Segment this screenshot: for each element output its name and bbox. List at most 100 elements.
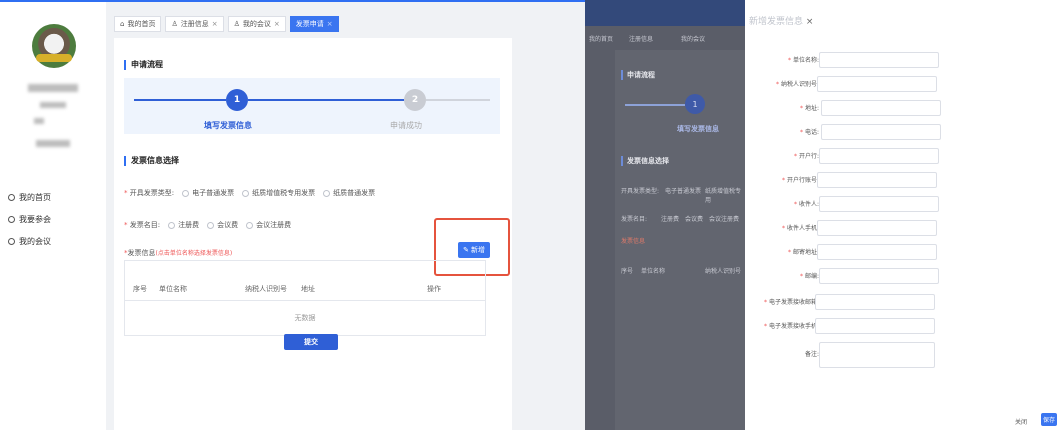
home-icon: ⌂ <box>120 20 125 28</box>
step-1-label: 填写发票信息 <box>204 121 252 130</box>
field-recipient-phone: * 收件人手机: <box>745 220 1057 236</box>
main-card: 申请流程 1 2 填写发票信息 申请成功 发票信息选择 * 开具发票类型: 电子… <box>114 38 512 430</box>
main-window: 我的首页 我要参会 我的会议 ⌂ 我的首页 ♙ 注册信息 × ♙ 我的会议 × 发票申请 ×… <box>0 0 585 430</box>
tab-my-meetings[interactable]: ♙ 我的会议 × <box>227 16 286 32</box>
tab-label: 发票申请 <box>295 20 324 28</box>
col-tax-id: 纳税人识别号 <box>245 284 287 293</box>
dim-tab: 我的会议 <box>681 36 706 43</box>
col-action: 操作 <box>427 284 441 293</box>
submit-button[interactable]: 提交 <box>284 334 338 350</box>
close-icon[interactable]: × <box>327 20 333 28</box>
dim-col: 纳税人识别号 <box>705 268 742 275</box>
sidebar-item-label: 我的首页 <box>19 193 51 202</box>
field-bank-account: * 开户行账号: <box>745 172 1057 188</box>
step-line-pending <box>426 99 490 101</box>
dim-step-1: 1 <box>685 94 705 114</box>
circle-icon <box>8 238 15 245</box>
recipient-phone-input[interactable] <box>817 220 937 236</box>
dim-step-line <box>625 104 685 106</box>
add-invoice-button[interactable]: ✎ 新增 <box>458 242 490 258</box>
field-bank: * 开户行: <box>745 148 1057 164</box>
avatar-badge <box>36 54 72 62</box>
dim-flow-title: 申请流程 <box>621 70 655 80</box>
bank-account-input[interactable] <box>817 172 937 188</box>
radio-e-invoice[interactable]: 电子普通发票 <box>182 188 234 198</box>
flow-section-title: 申请流程 <box>124 60 163 70</box>
dim-select-title: 发票信息选择 <box>621 156 669 166</box>
radio-paper-normal[interactable]: 纸质普通发票 <box>323 188 375 198</box>
invoice-name-label: * 发票名目: <box>124 221 161 229</box>
invoice-info-label: *发票信息(点击单位名称选择发票信息) <box>124 249 233 257</box>
radio-registration-fee[interactable]: 注册费 <box>168 220 199 230</box>
sidebar-item-home[interactable]: 我的首页 <box>8 192 51 203</box>
field-postcode: * 邮编: <box>745 268 1057 284</box>
dim-name-opt: 会议费 <box>685 216 704 223</box>
field-company-name: * 单位名称: <box>745 52 1057 68</box>
company-name-input[interactable] <box>819 52 939 68</box>
invoice-type-label: * 开具发票类型: <box>124 189 175 197</box>
tab-bar: ⌂ 我的首页 ♙ 注册信息 × ♙ 我的会议 × 发票申请 × <box>114 16 339 32</box>
radio-meeting-fee[interactable]: 会议费 <box>207 220 238 230</box>
dim-type-opt: 电子普通发票 <box>665 188 702 195</box>
dim-name-label: 发票名目: <box>621 216 648 223</box>
dim-tab: 我的首页 <box>589 36 614 43</box>
save-button[interactable]: 保存 <box>1041 413 1057 426</box>
dim-col: 序号 <box>621 268 634 275</box>
content-area: ⌂ 我的首页 ♙ 注册信息 × ♙ 我的会议 × 发票申请 × 申请流程 1 2 填写发票信… <box>106 2 585 430</box>
table-header: 序号 单位名称 纳税人识别号 地址 操作 <box>125 277 485 301</box>
circle-icon <box>8 194 15 201</box>
circle-icon <box>8 216 15 223</box>
dim-type-label: 开具发票类型: <box>621 188 660 195</box>
close-icon[interactable]: × <box>274 20 280 28</box>
dimmed-background[interactable]: 我的首页 注册信息 我的会议 申请流程 1 填写发票信息 发票信息选择 开具发票… <box>585 0 745 430</box>
step-1-circle: 1 <box>226 89 248 111</box>
add-invoice-drawer: 新增发票信息 × * 单位名称: * 纳税人识别号: * 地址: * 电话: *… <box>745 0 1057 430</box>
field-mailing-address: * 邮寄地址: <box>745 244 1057 260</box>
recipient-input[interactable] <box>819 196 939 212</box>
invoice-table: 序号 单位名称 纳税人识别号 地址 操作 无数据 <box>124 260 486 336</box>
steps: 1 2 填写发票信息 申请成功 <box>124 78 500 134</box>
tab-invoice-apply[interactable]: 发票申请 × <box>289 16 339 32</box>
postcode-input[interactable] <box>819 268 939 284</box>
tab-registration[interactable]: ♙ 注册信息 × <box>165 16 224 32</box>
col-address: 地址 <box>301 284 315 293</box>
tax-id-input[interactable] <box>817 76 937 92</box>
invoice-type-row: * 开具发票类型: 电子普通发票 纸质增值税专用发票 纸质普通发票 <box>124 188 375 198</box>
close-icon[interactable]: × <box>212 20 218 28</box>
user-icon: ♙ <box>171 20 178 28</box>
dimmed-header <box>585 0 745 26</box>
close-icon[interactable]: × <box>806 17 814 27</box>
edit-icon: ✎ <box>463 246 469 254</box>
dim-type-opt: 纸质增值税专用 <box>705 188 742 204</box>
radio-vat-special[interactable]: 纸质增值税专用发票 <box>242 188 315 198</box>
remark-textarea[interactable] <box>819 342 935 368</box>
step-2-label: 申请成功 <box>390 121 422 130</box>
radio-meeting-reg-fee[interactable]: 会议注册费 <box>246 220 291 230</box>
tab-label: 我的首页 <box>127 20 156 28</box>
field-address: * 地址: <box>745 100 1057 116</box>
bank-input[interactable] <box>819 148 939 164</box>
sidebar-item-my-meetings[interactable]: 我的会议 <box>8 236 51 247</box>
select-section-title: 发票信息选择 <box>124 156 179 166</box>
step-line-done <box>134 99 226 101</box>
dim-step-1-label: 填写发票信息 <box>677 125 719 133</box>
close-button[interactable]: 关闭 <box>1015 417 1027 426</box>
address-input[interactable] <box>821 100 941 116</box>
mailing-address-input[interactable] <box>817 244 937 260</box>
sidebar-item-attend[interactable]: 我要参会 <box>8 214 51 225</box>
dim-name-opt: 注册费 <box>661 216 680 223</box>
sidebar: 我的首页 我要参会 我的会议 <box>0 2 106 430</box>
step-line-done <box>248 99 404 101</box>
tab-home[interactable]: ⌂ 我的首页 <box>114 16 162 32</box>
step-2-circle: 2 <box>404 89 426 111</box>
e-invoice-email-input[interactable] <box>815 294 935 310</box>
col-company: 单位名称 <box>159 284 187 293</box>
blurred-user-info <box>36 140 70 147</box>
field-phone: * 电话: <box>745 124 1057 140</box>
blurred-user-info <box>40 102 66 108</box>
e-invoice-phone-input[interactable] <box>815 318 935 334</box>
avatar[interactable] <box>32 24 76 68</box>
dim-tab: 注册信息 <box>629 36 654 43</box>
drawer-screenshot: 我的首页 注册信息 我的会议 申请流程 1 填写发票信息 发票信息选择 开具发票… <box>585 0 1057 430</box>
phone-input[interactable] <box>821 124 941 140</box>
